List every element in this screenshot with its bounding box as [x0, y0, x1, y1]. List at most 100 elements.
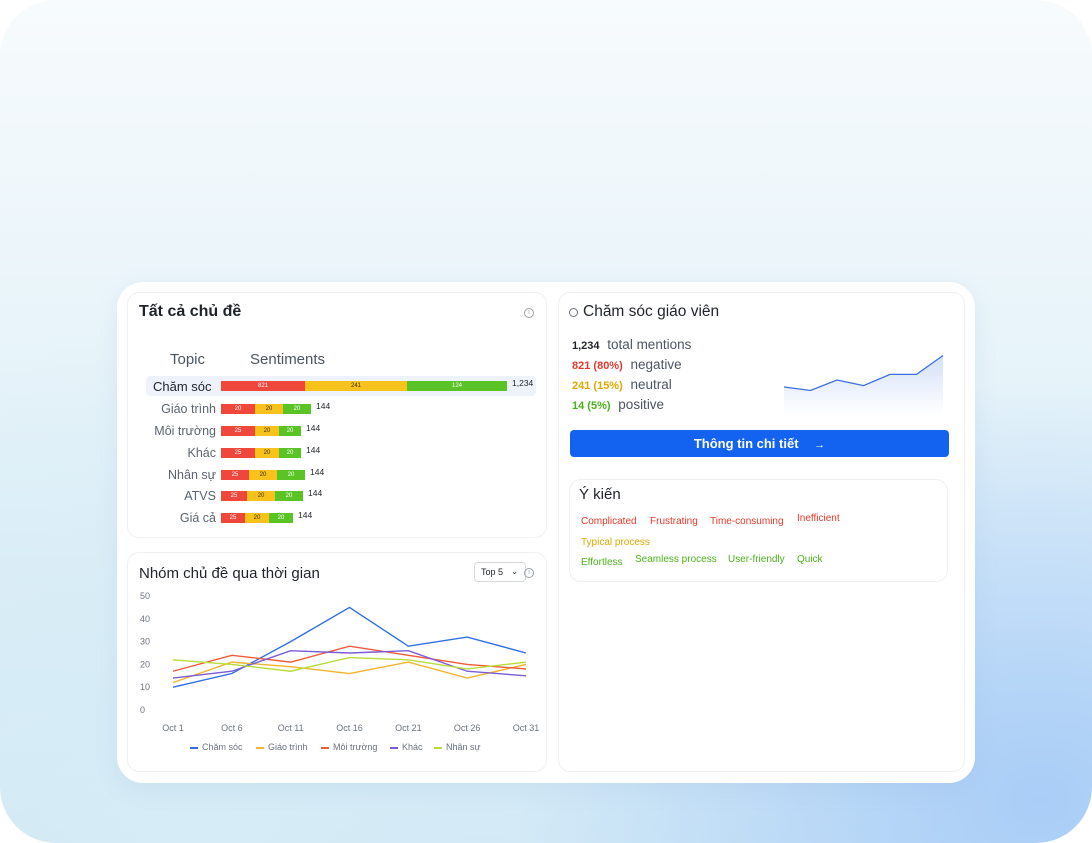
opinions-card: Ý kiến Complicated Frustrating Time-cons…: [569, 479, 948, 582]
stat-total-value: 1,234: [572, 340, 600, 352]
legend-item[interactable]: Môi trường: [321, 742, 377, 752]
x-tick-label: Oct 1: [162, 723, 184, 733]
legend-item[interactable]: Khác: [390, 742, 423, 752]
y-tick-label: 0: [140, 705, 145, 715]
legend-swatch: [321, 746, 329, 749]
y-tick-label: 50: [140, 591, 150, 601]
sentiment-segment-neg: 821: [221, 381, 305, 391]
opinion-tag[interactable]: Quick: [797, 554, 823, 565]
opinion-tag[interactable]: Frustrating: [650, 516, 698, 527]
topic-row[interactable]: Giáo trình 20 20 20 144: [128, 399, 538, 419]
detail-button[interactable]: Thông tin chi tiết →: [570, 430, 949, 457]
topic-label: Môi trường: [154, 424, 216, 438]
chat-icon: [569, 308, 578, 317]
topic-row[interactable]: Chăm sóc 821 241 124 1,234: [146, 376, 536, 396]
stat-negative-label: negative: [630, 357, 682, 372]
sentiment-bar[interactable]: 20 20 20: [221, 404, 311, 414]
legend-label: Nhân sự: [446, 742, 481, 752]
chevron-down-icon: ⌄: [511, 567, 518, 576]
legend-swatch: [390, 746, 398, 749]
legend-label: Chăm sóc: [202, 742, 243, 752]
top-select[interactable]: Top 5 ⌄: [474, 562, 526, 582]
x-tick-label: Oct 11: [278, 723, 304, 733]
x-tick-label: Oct 21: [395, 723, 422, 733]
sentiment-segment-pos: 20: [269, 513, 293, 523]
detail-card: Chăm sóc giáo viên 1,234 total mentions …: [558, 292, 965, 772]
sentiment-segment-neu: 241: [305, 381, 407, 391]
legend-item[interactable]: Nhân sự: [434, 742, 481, 752]
sentiment-segment-pos: 20: [279, 426, 301, 436]
sentiment-bar[interactable]: 25 20 20: [221, 426, 301, 436]
topic-label: ATVS: [184, 489, 216, 503]
legend-label: Giáo trình: [268, 742, 308, 752]
sentiment-segment-neu: 20: [245, 513, 269, 523]
y-tick-label: 40: [140, 614, 150, 624]
opinion-tag[interactable]: Time-consuming: [710, 516, 784, 527]
sentiment-segment-pos: 20: [283, 404, 311, 414]
sentiment-bar[interactable]: 25 20 20: [221, 491, 303, 501]
topic-total: 1,234: [512, 378, 534, 388]
topic-total: 144: [310, 467, 325, 477]
opinion-tag[interactable]: Seamless process: [635, 554, 717, 565]
sentiment-segment-neg: 20: [221, 404, 255, 414]
sentiment-segment-neu: 20: [249, 470, 277, 480]
stat-positive: 14 (5%) positive: [572, 397, 664, 412]
opinion-tag[interactable]: Typical process: [581, 537, 650, 548]
topic-row[interactable]: Nhân sự 25 20 20 144: [128, 465, 538, 485]
opinion-tag[interactable]: User-friendly: [728, 554, 785, 565]
topics-card-title: Tất cả chủ đề: [139, 303, 242, 320]
legend-swatch: [190, 746, 198, 749]
sentiment-bar[interactable]: 821 241 124: [221, 381, 507, 391]
stat-neutral: 241 (15%) neutral: [572, 377, 672, 392]
sentiment-bar[interactable]: 25 20 20: [221, 470, 305, 480]
dashboard-frame: Tất cả chủ đề i Topic Sentiments Chăm só…: [117, 282, 975, 783]
topic-total: 144: [306, 423, 321, 433]
y-tick-label: 30: [140, 637, 150, 647]
topic-total: 144: [298, 510, 313, 520]
stat-total: 1,234 total mentions: [572, 337, 691, 352]
legend-item[interactable]: Giáo trình: [256, 742, 308, 752]
topic-label: Khác: [187, 446, 217, 460]
topic-label: Nhân sự: [168, 468, 216, 482]
sentiment-segment-neu: 20: [255, 426, 279, 436]
series-line-2[interactable]: [172, 645, 527, 672]
info-icon[interactable]: i: [524, 308, 534, 318]
sentiment-segment-pos: 20: [277, 470, 305, 480]
topic-total: 144: [316, 401, 331, 411]
stat-positive-label: positive: [618, 397, 665, 412]
sentiment-bar[interactable]: 25 20 20: [221, 513, 293, 523]
topic-row[interactable]: ATVS 25 20 20 144: [128, 486, 538, 506]
opinion-tag[interactable]: Complicated: [581, 516, 637, 527]
legend-label: Môi trường: [333, 742, 378, 752]
x-tick-label: Oct 6: [221, 723, 243, 733]
timeline-card-title: Nhóm chủ đề qua thời gian: [139, 565, 320, 582]
timeline-card: Nhóm chủ đề qua thời gian Top 5 ⌄ i 50 40…: [127, 552, 547, 772]
opinion-tag[interactable]: Effortless: [581, 557, 623, 568]
sentiment-segment-neg: 25: [221, 426, 255, 436]
topic-row[interactable]: Môi trường 25 20 20 144: [128, 421, 538, 441]
stat-neutral-label: neutral: [630, 377, 672, 392]
legend-label: Khác: [402, 742, 423, 752]
topic-row[interactable]: Khác 25 20 20 144: [128, 443, 538, 463]
arrow-right-icon: →: [814, 439, 826, 451]
sparkline-chart: [783, 354, 944, 415]
stat-neutral-value: 241 (15%): [572, 380, 623, 392]
opinion-tag[interactable]: Inefficient: [797, 513, 840, 524]
sentiment-segment-neu: 20: [255, 448, 279, 458]
x-tick-label: Oct 26: [454, 723, 481, 733]
legend-item[interactable]: Chăm sóc: [190, 742, 243, 752]
topic-row[interactable]: Giá cả 25 20 20 144: [128, 508, 538, 528]
topic-total: 144: [308, 488, 323, 498]
series-line-0[interactable]: [172, 606, 527, 688]
sentiment-segment-neg: 25: [221, 513, 245, 523]
legend-swatch: [256, 746, 264, 749]
x-tick-label: Oct 31: [513, 723, 540, 733]
sentiment-segment-neu: 20: [247, 491, 275, 501]
info-icon[interactable]: i: [524, 568, 534, 578]
stat-negative-value: 821 (80%): [572, 360, 623, 372]
topics-card: Tất cả chủ đề i Topic Sentiments Chăm só…: [127, 292, 547, 538]
x-tick-label: Oct 16: [336, 723, 363, 733]
sentiment-segment-neg: 25: [221, 470, 249, 480]
sentiment-bar[interactable]: 25 20 20: [221, 448, 301, 458]
detail-card-title: Chăm sóc giáo viên: [583, 303, 720, 320]
